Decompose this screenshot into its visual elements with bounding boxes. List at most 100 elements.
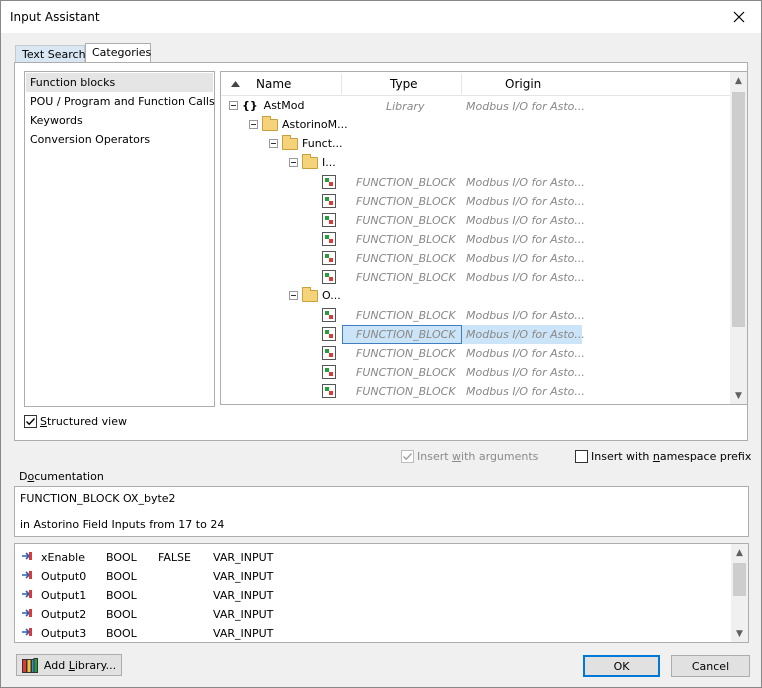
folder-icon	[282, 134, 298, 150]
column-type-header[interactable]: Type	[390, 77, 418, 91]
tree-row[interactable]: {} AstMod Library Modbus I/O for Asto...	[221, 97, 730, 116]
tree-row[interactable]: FUNCTION_BLOCK Modbus I/O for Asto...	[221, 249, 730, 268]
function-block-icon	[322, 308, 336, 322]
scroll-down-arrow-icon[interactable]: ▼	[730, 387, 747, 404]
insert-with-arguments-checkbox[interactable]: Insert with arguments	[401, 450, 538, 463]
variable-row[interactable]: Output0 BOOL VAR_INPUT	[15, 566, 731, 585]
variable-name: Output3	[41, 627, 87, 640]
checkbox-box[interactable]	[575, 450, 588, 463]
tree-row[interactable]: I...	[221, 153, 730, 173]
checkbox-box[interactable]	[401, 450, 414, 463]
tab-text-search[interactable]: Text Search	[15, 45, 86, 63]
scroll-up-arrow-icon[interactable]: ▲	[730, 72, 747, 89]
scrollbar-thumb[interactable]	[733, 563, 746, 596]
checkmark-icon	[403, 453, 413, 461]
variable-row[interactable]: xEnable BOOL FALSE VAR_INPUT	[15, 547, 731, 566]
scroll-down-arrow-icon[interactable]: ▼	[731, 625, 748, 642]
function-block-icon	[322, 384, 336, 398]
tree-node-origin: Modbus I/O for Asto...	[466, 366, 585, 379]
library-tree: Name Type Origin {} AstMod Library Modbus I…	[220, 71, 748, 405]
documentation-box[interactable]: FUNCTION_BLOCK OX_byte2 in Astorino Fiel…	[14, 486, 749, 537]
categories-panel: Function blocks POU / Program and Functi…	[14, 62, 748, 441]
tree-row[interactable]: FUNCTION_BLOCK Modbus I/O for Asto...	[221, 211, 730, 230]
category-list: Function blocks POU / Program and Functi…	[24, 71, 215, 407]
column-divider[interactable]	[461, 74, 462, 94]
tree-row[interactable]: FUNCTION_BLOCK Modbus I/O for Asto...	[221, 230, 730, 249]
variable-row[interactable]: Output1 BOOL VAR_INPUT	[15, 585, 731, 604]
scroll-up-arrow-icon[interactable]: ▲	[731, 544, 748, 561]
insert-namespace-prefix-checkbox[interactable]: Insert with namespace prefix	[575, 450, 751, 463]
collapse-toggle-icon[interactable]	[229, 101, 238, 110]
folder-icon	[302, 286, 318, 302]
category-pou-calls[interactable]: POU / Program and Function Calls	[26, 92, 215, 111]
structured-view-checkbox[interactable]: Structured view	[24, 415, 127, 428]
tree-node-name: I...	[322, 156, 336, 169]
variable-scope: VAR_INPUT	[213, 551, 274, 564]
checkbox-box[interactable]	[24, 415, 37, 428]
variables-vertical-scrollbar[interactable]: ▲ ▼	[731, 544, 748, 642]
sort-asc-icon[interactable]	[231, 81, 240, 87]
tree-row[interactable]: FUNCTION_BLOCK Modbus I/O for Asto...	[221, 382, 730, 401]
ok-button[interactable]: OK	[583, 655, 660, 677]
tree-node-origin: Modbus I/O for Asto...	[466, 328, 585, 341]
function-block-icon	[322, 270, 336, 284]
tree-node-type: FUNCTION_BLOCK	[356, 328, 456, 341]
close-button[interactable]	[717, 1, 761, 33]
function-block-icon	[322, 251, 336, 265]
variable-type: BOOL	[106, 570, 137, 583]
tree-node-name: AstMod	[263, 99, 305, 112]
tree-row[interactable]: AstorinoM...	[221, 115, 730, 135]
function-block-icon	[322, 346, 336, 360]
tab-categories[interactable]: Categories	[85, 43, 151, 63]
tree-row[interactable]: FUNCTION_BLOCK Modbus I/O for Asto...	[221, 173, 730, 192]
tree-node	[322, 232, 336, 246]
tree-row[interactable]: FUNCTION_BLOCK Modbus I/O for Asto...	[221, 192, 730, 211]
tree-node-origin: Modbus I/O for Asto...	[466, 214, 585, 227]
tree-node-origin: Modbus I/O for Asto...	[466, 271, 585, 284]
cancel-button[interactable]: Cancel	[671, 655, 750, 677]
tree-row[interactable]: FUNCTION_BLOCK Modbus I/O for Asto...	[221, 306, 730, 325]
documentation-label: Documentation	[19, 470, 104, 483]
category-keywords[interactable]: Keywords	[26, 111, 213, 130]
tree-node-origin: Modbus I/O for Asto...	[466, 385, 585, 398]
tree-node-type: FUNCTION_BLOCK	[356, 347, 456, 360]
variable-name: Output1	[41, 589, 87, 602]
column-origin-header[interactable]: Origin	[505, 77, 541, 91]
library-icon	[21, 657, 38, 673]
tree-row[interactable]: FUNCTION_BLOCK Modbus I/O for Asto...	[221, 344, 730, 363]
function-block-icon	[322, 213, 336, 227]
tree-node-origin: Modbus I/O for Asto...	[466, 195, 585, 208]
scrollbar-thumb[interactable]	[732, 92, 745, 327]
collapse-toggle-icon[interactable]	[269, 139, 278, 148]
tree-node-name: O...	[322, 289, 341, 302]
variable-row[interactable]: Output2 BOOL VAR_INPUT	[15, 604, 731, 623]
tree-node: I...	[289, 153, 336, 169]
variable-row[interactable]: Output3 BOOL VAR_INPUT	[15, 623, 731, 642]
variable-list: xEnable BOOL FALSE VAR_INPUT Output0 BOOL VAR_…	[14, 543, 749, 643]
tree-row[interactable]: Funct...	[221, 134, 730, 154]
input-variable-icon	[22, 571, 32, 579]
tree-vertical-scrollbar[interactable]: ▲ ▼	[730, 72, 747, 404]
tree-row[interactable]: FUNCTION_BLOCK Modbus I/O for Asto...	[221, 325, 730, 344]
tree-row[interactable]: O...	[221, 286, 730, 306]
input-variable-icon	[22, 590, 32, 598]
variable-type: BOOL	[106, 627, 137, 640]
variable-name: xEnable	[41, 551, 85, 564]
tree-header: Name Type Origin	[221, 72, 730, 96]
close-icon	[733, 11, 745, 23]
variable-scope: VAR_INPUT	[213, 570, 274, 583]
collapse-toggle-icon[interactable]	[289, 158, 298, 167]
column-name-header[interactable]: Name	[256, 77, 291, 91]
tree-node-origin: Modbus I/O for Asto...	[466, 309, 585, 322]
tree-row[interactable]: FUNCTION_BLOCK Modbus I/O for Asto...	[221, 268, 730, 287]
tree-node-origin: Modbus I/O for Asto...	[466, 252, 585, 265]
tree-row[interactable]: FUNCTION_BLOCK Modbus I/O for Asto...	[221, 363, 730, 382]
collapse-toggle-icon[interactable]	[249, 120, 258, 129]
add-library-button[interactable]: Add Library...	[16, 654, 122, 676]
column-divider[interactable]	[341, 74, 342, 94]
category-conversion-operators[interactable]: Conversion Operators	[26, 130, 213, 149]
documentation-line-2: in Astorino Field Inputs from 17 to 24	[20, 518, 225, 531]
collapse-toggle-icon[interactable]	[289, 291, 298, 300]
tree-node	[322, 346, 336, 360]
category-function-blocks[interactable]: Function blocks	[26, 73, 213, 92]
